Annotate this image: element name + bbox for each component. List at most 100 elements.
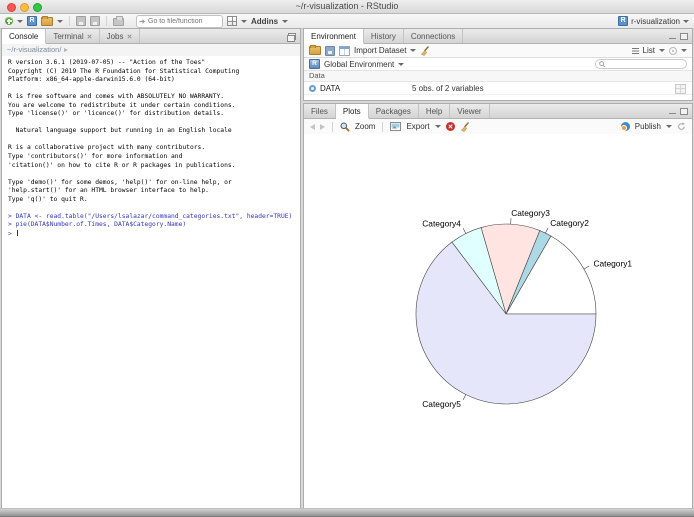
data-object-icon[interactable] [309, 84, 316, 92]
chevron-down-icon[interactable] [282, 19, 289, 23]
rstudio-window: ~/r-visualization - RStudio R Addins R r… [0, 0, 694, 517]
print-icon[interactable] [113, 16, 124, 26]
zoom-window-icon[interactable] [33, 3, 42, 12]
chevron-down-icon[interactable] [57, 19, 63, 23]
maximize-pane-icon[interactable] [680, 32, 688, 40]
toolbar-separator [106, 16, 107, 26]
next-plot-icon[interactable] [320, 123, 325, 130]
pie-label: Category1 [593, 258, 632, 268]
close-icon[interactable] [127, 34, 132, 39]
tab-console[interactable]: Console [2, 29, 47, 44]
tab-jobs[interactable]: Jobs [100, 29, 140, 43]
r-environment-icon: R [309, 59, 320, 69]
plot-canvas: Category1 Category2 Category3 Category4 Cate… [304, 134, 692, 509]
tab-environment[interactable]: Environment [304, 29, 364, 44]
minimize-window-icon[interactable] [20, 3, 29, 12]
previous-plot-icon[interactable] [310, 123, 315, 130]
main-toolbar: R Addins R r-visualization [0, 14, 694, 29]
publish-icon[interactable] [620, 122, 630, 131]
tab-label: History [370, 31, 396, 41]
plots-pane: Files Plots Packages Help Viewer Zoom Ex… [303, 103, 693, 510]
save-icon[interactable] [76, 16, 86, 26]
pane-controls [287, 29, 300, 43]
import-dataset-icon[interactable] [339, 45, 350, 56]
console-line: Platform: x86_64-apple-darwin15.6.0 (64-… [8, 76, 175, 84]
goto-working-directory-icon[interactable] [64, 48, 69, 52]
tab-history[interactable]: History [364, 29, 404, 43]
maximize-pane-icon[interactable] [680, 107, 688, 115]
chevron-down-icon[interactable] [659, 49, 665, 52]
maximize-pane-icon[interactable] [287, 32, 296, 42]
save-workspace-icon[interactable] [325, 45, 335, 56]
tab-help[interactable]: Help [419, 104, 451, 118]
chevron-down-icon[interactable] [410, 49, 417, 52]
tab-terminal[interactable]: Terminal [46, 29, 100, 43]
pane-layout-icon[interactable] [227, 16, 237, 26]
console-output[interactable]: R version 3.6.1 (2019-07-05) -- "Action … [2, 56, 300, 509]
chevron-down-icon[interactable] [241, 19, 247, 23]
minimize-pane-icon[interactable] [669, 37, 676, 39]
chevron-down-icon[interactable] [666, 125, 672, 128]
clear-workspace-broom-icon[interactable] [420, 45, 430, 56]
list-view-icon[interactable] [631, 47, 639, 55]
gear-icon[interactable] [669, 46, 677, 55]
view-table-icon[interactable] [675, 84, 686, 94]
zoom-magnifier-icon[interactable] [340, 122, 350, 132]
environment-object-row[interactable]: DATA 5 obs. of 2 variables [304, 82, 692, 95]
tab-label: Plots [342, 106, 361, 116]
console-line: R is a collaborative project with many c… [8, 144, 206, 152]
clear-all-plots-broom-icon[interactable] [460, 121, 470, 132]
environment-search-input[interactable] [608, 59, 680, 69]
addins-menu[interactable]: Addins [251, 17, 278, 26]
pie-label: Category2 [550, 218, 589, 228]
zoom-plot-button[interactable]: Zoom [355, 122, 375, 131]
tab-viewer[interactable]: Viewer [450, 104, 490, 118]
environment-scope-selector[interactable]: Global Environment [324, 60, 394, 69]
object-name[interactable]: DATA [320, 84, 340, 93]
project-selector[interactable]: R r-visualization [618, 16, 689, 26]
project-icon: R [618, 16, 629, 26]
tab-packages[interactable]: Packages [369, 104, 419, 118]
import-dataset-button[interactable]: Import Dataset [354, 46, 406, 55]
console-line: 'citation()' on how to cite R or R packa… [8, 161, 236, 169]
close-icon[interactable] [87, 34, 92, 39]
pie-label: Category3 [511, 208, 550, 218]
chevron-down-icon[interactable] [17, 19, 23, 23]
pie-label-tick [462, 227, 467, 234]
publish-button[interactable]: Publish [635, 122, 661, 131]
new-project-icon[interactable]: R [27, 16, 37, 26]
console-line: > DATA <- read.table("/Users/lsalazar/co… [8, 212, 293, 220]
data-section-header: Data [304, 71, 692, 82]
console-line: You are welcome to redistribute it under… [8, 101, 236, 109]
tab-connections[interactable]: Connections [404, 29, 464, 43]
open-file-icon[interactable] [41, 15, 53, 26]
tab-plots[interactable]: Plots [335, 104, 369, 119]
toolbar-separator [69, 16, 70, 26]
chevron-down-icon[interactable] [681, 49, 687, 52]
list-view-button[interactable]: List [643, 46, 655, 55]
remove-plot-icon[interactable] [445, 122, 455, 131]
pane-controls [669, 29, 692, 43]
chevron-down-icon[interactable] [398, 62, 405, 66]
title-bar: ~/r-visualization - RStudio [0, 0, 694, 14]
tab-files[interactable]: Files [304, 104, 336, 118]
load-workspace-icon[interactable] [309, 45, 321, 55]
refresh-icon[interactable] [677, 122, 686, 131]
export-image-icon[interactable] [390, 122, 402, 131]
chevron-down-icon [683, 19, 689, 23]
new-file-icon[interactable] [5, 17, 13, 25]
export-plot-button[interactable]: Export [406, 122, 429, 131]
chevron-down-icon[interactable] [434, 125, 441, 128]
console-line: R version 3.6.1 (2019-07-05) -- "Action … [8, 59, 206, 66]
environment-pane: Environment History Connections Import D… [303, 28, 693, 101]
console-line: Natural language support but running in … [8, 127, 232, 135]
pie-label: Category5 [422, 399, 461, 409]
close-window-icon[interactable] [7, 3, 16, 12]
console-line: Type 'license()' or 'licence()' for dist… [8, 110, 225, 118]
goto-file-input[interactable] [136, 14, 223, 28]
console-tab-bar: Console Terminal Jobs [2, 29, 300, 44]
console-pane: Console Terminal Jobs ~/r-visualization/… [1, 28, 301, 510]
save-all-icon[interactable] [90, 16, 100, 26]
minimize-pane-icon[interactable] [669, 112, 676, 114]
